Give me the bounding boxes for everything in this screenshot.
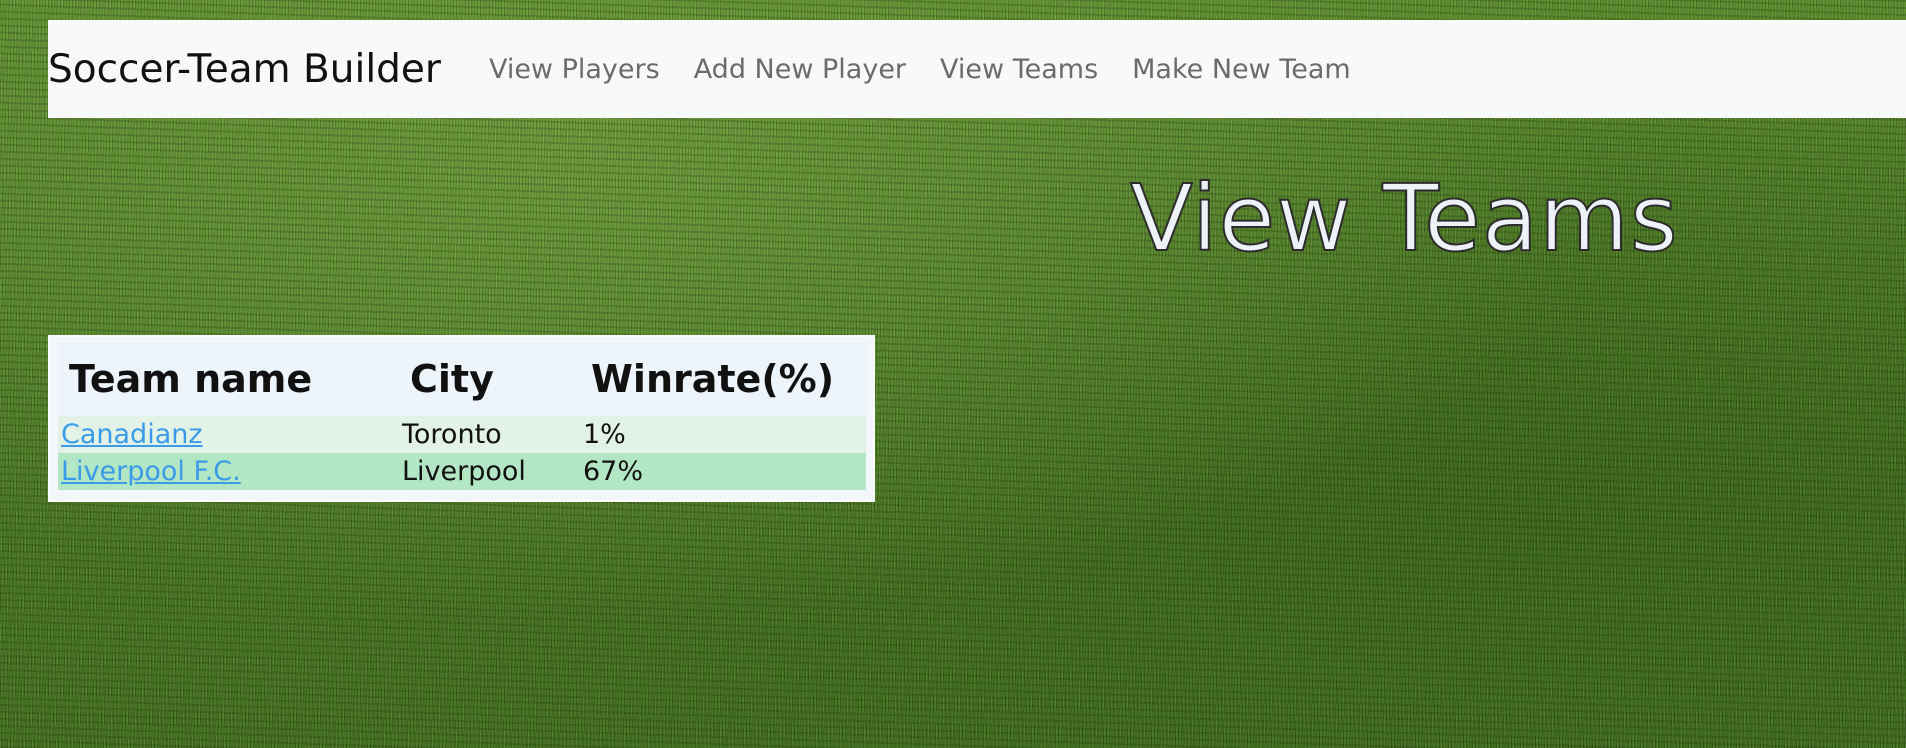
teams-table-panel: Team name City Winrate(%) Canadianz Toro… xyxy=(48,335,875,502)
team-name-cell: Liverpool F.C. xyxy=(58,453,399,490)
brand-link[interactable]: Soccer-Team Builder xyxy=(48,47,441,92)
team-link[interactable]: Liverpool F.C. xyxy=(61,456,241,487)
column-header-city: City xyxy=(399,342,580,416)
teams-table: Team name City Winrate(%) Canadianz Toro… xyxy=(58,342,866,490)
city-cell: Toronto xyxy=(399,416,580,453)
top-navbar: Soccer-Team Builder View Players Add New… xyxy=(48,20,1906,118)
page-title: View Teams xyxy=(1129,164,1679,273)
nav-link-view-players[interactable]: View Players xyxy=(489,54,660,85)
city-cell: Liverpool xyxy=(399,453,580,490)
nav-link-make-new-team[interactable]: Make New Team xyxy=(1132,54,1351,85)
team-link[interactable]: Canadianz xyxy=(61,419,203,450)
winrate-cell: 67% xyxy=(580,453,866,490)
nav-links: View Players Add New Player View Teams M… xyxy=(489,54,1351,85)
team-name-cell: Canadianz xyxy=(58,416,399,453)
nav-link-view-teams[interactable]: View Teams xyxy=(940,54,1098,85)
column-header-winrate: Winrate(%) xyxy=(580,342,866,416)
winrate-cell: 1% xyxy=(580,416,866,453)
nav-link-add-new-player[interactable]: Add New Player xyxy=(694,54,906,85)
table-header-row: Team name City Winrate(%) xyxy=(58,342,866,416)
table-row: Canadianz Toronto 1% xyxy=(58,416,866,453)
column-header-team-name: Team name xyxy=(58,342,399,416)
table-row: Liverpool F.C. Liverpool 67% xyxy=(58,453,866,490)
